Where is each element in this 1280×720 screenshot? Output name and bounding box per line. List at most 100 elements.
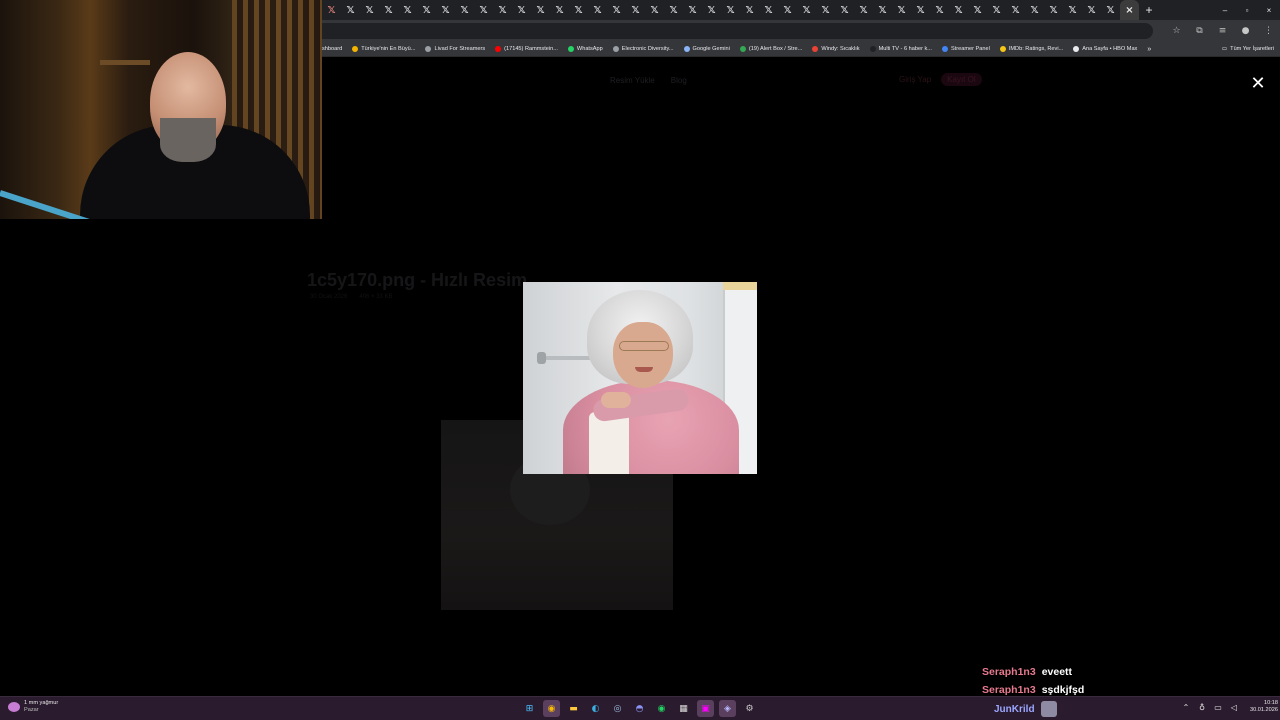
page-meta: 30 Ocak 2026 406 × 33 KB — [310, 294, 393, 300]
menu-icon[interactable]: ⋮ — [1257, 26, 1280, 36]
browser-tab[interactable]: × — [1120, 0, 1139, 20]
windows-start-icon[interactable]: ⊞ — [521, 700, 538, 717]
network-icon[interactable]: ▭ — [1212, 703, 1224, 712]
browser-tab[interactable]: 𝕏 — [664, 0, 683, 20]
tab-close-icon[interactable]: × — [1125, 5, 1133, 16]
browser-tab[interactable]: 𝕏 — [721, 0, 740, 20]
bookmark-item[interactable]: Ana Sayfa • HBO Max — [1073, 46, 1137, 52]
browser-tab[interactable]: 𝕏 — [759, 0, 778, 20]
browser-tab[interactable]: 𝕏 — [911, 0, 930, 20]
browser-tab[interactable]: 𝕏 — [1006, 0, 1025, 20]
address-bar[interactable] — [322, 23, 1153, 39]
bookmark-item[interactable]: (19) Alert Box / Stre... — [739, 46, 802, 52]
maximize-button[interactable]: ▫ — [1236, 6, 1258, 15]
weather-widget[interactable]: 1 mm yağmur Pazar — [8, 700, 58, 714]
extensions-icon[interactable]: ⧉ — [1188, 26, 1211, 36]
bookmark-item[interactable]: Windy: Sıcaklık — [812, 46, 860, 52]
all-bookmarks-button[interactable]: ▭ Tüm Yer İşaretleri — [1222, 46, 1274, 52]
image-door-handle — [537, 352, 546, 364]
browser-tab[interactable]: 𝕏 — [455, 0, 474, 20]
microphone-icon[interactable]: ♁ — [1196, 703, 1208, 712]
browser-tab[interactable]: 𝕏 — [1101, 0, 1120, 20]
bookmark-item[interactable]: Multi TV - 6 haber k... — [869, 46, 932, 52]
bookmark-label: Multi TV - 6 haber k... — [878, 46, 932, 52]
browser-tab[interactable]: 𝕏 — [778, 0, 797, 20]
spotify-icon[interactable]: ◉ — [653, 700, 670, 717]
bookmark-item[interactable]: Electronic Diversity... — [612, 46, 674, 52]
browser-tab[interactable]: 𝕏 — [626, 0, 645, 20]
browser-tab[interactable]: 𝕏 — [417, 0, 436, 20]
browser-tab[interactable]: 𝕏 — [607, 0, 626, 20]
window-controls: – ▫ × — [1214, 6, 1280, 15]
minimize-button[interactable]: – — [1214, 6, 1236, 15]
nav-upload[interactable]: Resim Yükle — [610, 76, 655, 85]
bookmark-item[interactable]: Livad For Streamers — [425, 46, 485, 52]
bookmark-label: Livad For Streamers — [434, 46, 486, 52]
chat-text: sşdkjfşd — [1041, 684, 1085, 696]
browser-tab[interactable]: 𝕏 — [588, 0, 607, 20]
browser-tab[interactable]: 𝕏 — [493, 0, 512, 20]
signup-button[interactable]: Kayıt Ol — [941, 73, 982, 86]
profile-icon[interactable]: ● — [1234, 26, 1257, 36]
discord-icon[interactable]: ◓ — [631, 700, 648, 717]
browser-tab[interactable]: 𝕏 — [987, 0, 1006, 20]
browser-tab[interactable]: 𝕏 — [968, 0, 987, 20]
bookmark-item[interactable]: Türkiye'nin En Büyü... — [352, 46, 415, 52]
browser-tab[interactable]: 𝕏 — [569, 0, 588, 20]
browser-tab[interactable]: 𝕏 — [474, 0, 493, 20]
browser-tab[interactable]: 𝕏 — [1063, 0, 1082, 20]
browser-tab[interactable]: 𝕏 — [702, 0, 721, 20]
chevron-up-icon[interactable]: ⌃ — [1180, 703, 1192, 712]
bookmarks-more-button[interactable]: » — [1147, 46, 1151, 53]
browser-tab[interactable]: 𝕏 — [930, 0, 949, 20]
obs-icon[interactable]: ◈ — [719, 700, 736, 717]
browser-tab[interactable]: 𝕏 — [1044, 0, 1063, 20]
star-icon[interactable]: ☆ — [1165, 26, 1188, 36]
browser-tab[interactable]: 𝕏 — [892, 0, 911, 20]
chrome-icon[interactable]: ◉ — [543, 700, 560, 717]
system-clock[interactable]: 10:18 30.01.2026 — [1250, 700, 1278, 714]
browser-tab[interactable]: 𝕏 — [816, 0, 835, 20]
nav-blog[interactable]: Blog — [671, 76, 687, 85]
file-explorer-icon[interactable]: ▬ — [565, 700, 582, 717]
settings-gear-icon[interactable]: ⚙ — [741, 700, 758, 717]
bookmark-item[interactable]: WhatsApp — [567, 46, 603, 52]
bookmark-item[interactable]: (17145) Rammstein... — [495, 46, 558, 52]
browser-tab[interactable]: 𝕏 — [379, 0, 398, 20]
browser-tab[interactable]: 𝕏 — [341, 0, 360, 20]
browser-tab[interactable]: 𝕏 — [1025, 0, 1044, 20]
x-logo-icon: 𝕏 — [1030, 4, 1039, 16]
media-icon[interactable]: ≡ — [1211, 26, 1234, 36]
login-button[interactable]: Giriş Yap — [895, 73, 935, 86]
browser-tab[interactable]: 𝕏 — [550, 0, 569, 20]
browser-tab[interactable]: 𝕏 — [360, 0, 379, 20]
new-tab-button[interactable]: + — [1139, 3, 1159, 17]
calculator-icon[interactable]: ▦ — [675, 700, 692, 717]
browser-tab[interactable]: 𝕏 — [436, 0, 455, 20]
edge-icon[interactable]: ◐ — [587, 700, 604, 717]
volume-icon[interactable]: ◁ — [1228, 703, 1240, 712]
streaming-app-icon[interactable]: ▣ — [697, 700, 714, 717]
browser-tab[interactable]: 𝕏 — [645, 0, 664, 20]
browser-tab[interactable]: 𝕏 — [1082, 0, 1101, 20]
browser-tab[interactable]: 𝕏 — [873, 0, 892, 20]
bookmark-item[interactable]: Google Gemini — [683, 46, 730, 52]
browser-tab[interactable]: 𝕏 — [949, 0, 968, 20]
bookmark-item[interactable]: IMDb: Ratings, Revi... — [999, 46, 1063, 52]
lightbox-image[interactable] — [523, 282, 757, 474]
browser-tab[interactable]: 𝕏 — [854, 0, 873, 20]
browser-tab[interactable]: 𝕏 — [322, 0, 341, 20]
x-logo-icon: 𝕏 — [916, 4, 925, 16]
browser-tab[interactable]: 𝕏 — [531, 0, 550, 20]
lightbox-close-button[interactable]: ✕ — [1250, 75, 1266, 93]
browser-tab[interactable]: 𝕏 — [683, 0, 702, 20]
browser-tab[interactable]: 𝕏 — [398, 0, 417, 20]
window-close-button[interactable]: × — [1258, 6, 1280, 15]
browser-tab[interactable]: 𝕏 — [512, 0, 531, 20]
bookmark-item[interactable]: Streamer Panel — [941, 46, 990, 52]
browser-tab[interactable]: 𝕏 — [740, 0, 759, 20]
bookmark-item[interactable]: shboard — [322, 46, 342, 52]
steam-icon[interactable]: ◎ — [609, 700, 626, 717]
browser-tab[interactable]: 𝕏 — [835, 0, 854, 20]
browser-tab[interactable]: 𝕏 — [797, 0, 816, 20]
